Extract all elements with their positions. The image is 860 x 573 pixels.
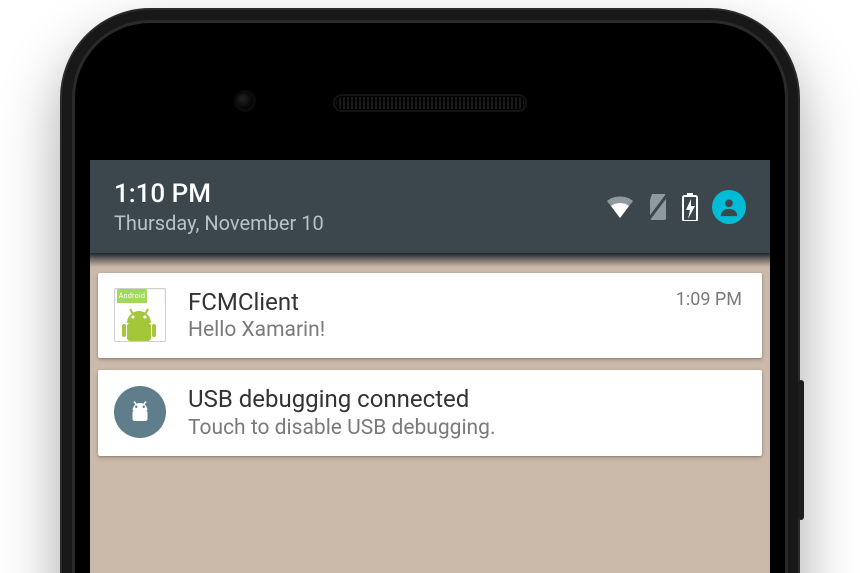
notification-timestamp: 1:09 PM (676, 289, 742, 310)
status-date: Thursday, November 10 (114, 211, 324, 235)
phone-frame: 1:10 PM Thursday, November 10 (60, 8, 800, 573)
clock-block: 1:10 PM Thursday, November 10 (114, 180, 324, 235)
wifi-icon (606, 196, 634, 218)
notification-card[interactable]: Android (98, 273, 762, 359)
status-time: 1:10 PM (114, 180, 324, 209)
front-camera (237, 93, 253, 109)
notification-subtitle: Touch to disable USB debugging. (188, 416, 734, 440)
android-app-icon: Android (114, 289, 166, 341)
notification-title: FCMClient (188, 289, 668, 317)
notification-list: Android (90, 267, 770, 456)
no-sim-icon (648, 194, 668, 220)
header-shadow (90, 253, 770, 267)
earpiece-speaker (335, 96, 525, 110)
notification-drawer-header[interactable]: 1:10 PM Thursday, November 10 (90, 160, 770, 253)
status-icon-tray (606, 190, 746, 224)
notification-title: USB debugging connected (188, 386, 734, 414)
notification-subtitle: Hello Xamarin! (188, 318, 668, 342)
battery-charging-icon (682, 193, 698, 221)
power-button[interactable] (798, 380, 804, 520)
screen: 1:10 PM Thursday, November 10 (90, 160, 770, 573)
android-app-icon-label: Android (117, 289, 147, 303)
user-avatar-icon[interactable] (712, 190, 746, 224)
usb-debug-icon (114, 386, 166, 438)
notification-card[interactable]: USB debugging connected Touch to disable… (98, 370, 762, 456)
